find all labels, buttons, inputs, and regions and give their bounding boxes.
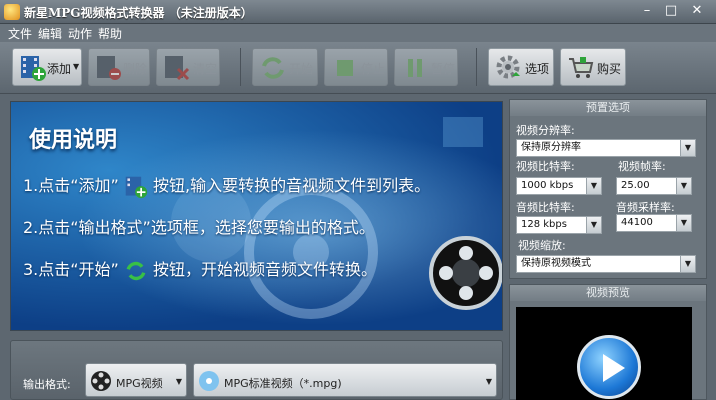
options-button[interactable]: 选项 — [488, 48, 554, 86]
buy-button[interactable]: 购买 — [560, 48, 626, 86]
video-preview-panel: 视频预览 — [509, 284, 707, 400]
chevron-down-icon: ▼ — [680, 140, 695, 156]
options-label: 选项 — [525, 62, 550, 76]
film-add-icon — [21, 56, 46, 81]
refresh-arrows-icon — [262, 57, 284, 79]
toolbar: 添加 ▼ 删除 清空 开始 停止 暂停 选项 购买 — [0, 42, 716, 94]
output-format-select[interactable]: MPG标准视频（*.mpg) ▼ — [193, 363, 497, 397]
toolbar-divider — [476, 48, 477, 86]
pause-label: 暂停 — [431, 62, 456, 76]
film-delete-icon — [97, 56, 121, 80]
chevron-down-icon: ▼ — [676, 178, 691, 194]
step1-text-end: 按钮,输入要转换的音视频文件到列表。 — [153, 176, 431, 195]
maximize-button[interactable]: □ — [660, 2, 682, 21]
film-reel-icon — [429, 236, 502, 310]
chevron-down-icon: ▼ — [485, 377, 492, 386]
start-button[interactable]: 开始 — [252, 48, 318, 86]
video-resolution-label: 视频分辨率: — [516, 124, 575, 137]
video-bitrate-select[interactable]: 1000 kbps ▼ — [516, 177, 602, 195]
video-scale-select[interactable]: 保持原视频模式 ▼ — [516, 255, 696, 273]
menu-action[interactable]: 动作 — [68, 25, 92, 42]
menu-bar: 文件 编辑 动作 帮助 — [0, 24, 716, 42]
clear-button[interactable]: 清空 — [156, 48, 220, 86]
audio-bitrate-value: 128 kbps — [521, 219, 567, 230]
audio-bitrate-label: 音频比特率: — [516, 201, 575, 214]
stop-icon — [337, 60, 353, 76]
refresh-arrows-icon — [126, 261, 146, 280]
title-bar: 新星MPG视频格式转换器 （未注册版本） – □ ✕ — [0, 0, 716, 24]
chevron-down-icon: ▼ — [586, 178, 601, 194]
instructions-heading: 使用说明 — [29, 128, 118, 153]
play-icon — [603, 354, 625, 382]
video-resolution-value: 保持原分辨率 — [521, 142, 581, 153]
reel-hole — [439, 266, 453, 280]
shopping-cart-icon — [569, 57, 594, 78]
app-logo-icon — [4, 4, 20, 20]
delete-label: 删除 — [123, 62, 148, 76]
stop-label: 停止 — [361, 62, 386, 76]
menu-help[interactable]: 帮助 — [98, 25, 122, 42]
audio-samplerate-value: 44100 — [621, 217, 653, 228]
window-title: 新星MPG视频格式转换器 （未注册版本） — [24, 6, 253, 20]
video-framerate-select[interactable]: 25.00 ▼ — [616, 177, 692, 195]
output-format-panel: 输出格式: MPG视频 ▼ MPG标准视频（*.mpg) ▼ — [10, 340, 503, 400]
output-format-label: 输出格式: — [23, 378, 71, 391]
instruction-step-1: 1.点击“添加” 按钮,输入要转换的音视频文件到列表。 — [23, 172, 430, 199]
step3-text-end: 按钮，开始视频音频文件转换。 — [153, 260, 378, 279]
play-button[interactable] — [577, 335, 641, 399]
toolbar-divider — [240, 48, 241, 86]
video-bitrate-value: 1000 kbps — [521, 180, 574, 191]
video-scale-label: 视频缩放: — [518, 239, 566, 252]
step1-text-start: 1.点击“添加” — [23, 176, 119, 195]
preset-options-panel: 预置选项 视频分辨率: 保持原分辨率 ▼ 视频比特率: 视频帧率: 1000 k… — [509, 99, 707, 279]
video-framerate-label: 视频帧率: — [618, 160, 666, 173]
add-button[interactable]: 添加 ▼ — [12, 48, 82, 86]
video-bitrate-label: 视频比特率: — [516, 160, 575, 173]
reel-hole — [479, 266, 493, 280]
video-framerate-value: 25.00 — [621, 180, 650, 191]
instruction-step-3: 3.点击“开始” 按钮，开始视频音频文件转换。 — [23, 256, 377, 283]
format-disc-icon — [199, 371, 219, 391]
output-category-select[interactable]: MPG视频 ▼ — [85, 363, 187, 397]
add-dropdown-icon[interactable]: ▼ — [73, 62, 79, 71]
buy-label: 购买 — [597, 62, 622, 76]
film-reel-icon — [91, 371, 111, 391]
output-category-value: MPG视频 — [116, 377, 163, 390]
chevron-down-icon: ▼ — [680, 256, 695, 272]
gear-icon — [496, 55, 520, 79]
film-clear-icon — [165, 56, 190, 81]
reel-hole — [459, 286, 473, 300]
chevron-down-icon: ▼ — [676, 215, 691, 231]
menu-file[interactable]: 文件 — [8, 25, 32, 42]
delete-button[interactable]: 删除 — [88, 48, 150, 86]
reel-hole — [459, 246, 473, 260]
preview-screen — [516, 307, 692, 400]
instructions-banner: 使用说明 1.点击“添加” 按钮,输入要转换的音视频文件到列表。 2.点击“输出… — [10, 101, 503, 331]
output-format-value: MPG标准视频（*.mpg) — [224, 377, 342, 390]
chevron-down-icon: ▼ — [586, 217, 601, 233]
video-scale-value: 保持原视频模式 — [521, 258, 591, 269]
audio-samplerate-select[interactable]: 44100 ▼ — [616, 214, 692, 232]
stop-button[interactable]: 停止 — [324, 48, 388, 86]
minimize-button[interactable]: – — [636, 2, 658, 21]
instruction-step-2: 2.点击“输出格式”选项框，选择您要输出的格式。 — [23, 218, 375, 237]
start-label: 开始 — [289, 62, 314, 76]
menu-edit[interactable]: 编辑 — [38, 25, 62, 42]
chevron-down-icon: ▼ — [175, 377, 182, 386]
video-preview-header: 视频预览 — [510, 285, 706, 301]
audio-samplerate-label: 音频采样率: — [616, 201, 675, 214]
pause-icon — [408, 59, 422, 77]
preset-options-header: 预置选项 — [510, 100, 706, 116]
clear-label: 清空 — [193, 62, 218, 76]
close-button[interactable]: ✕ — [686, 2, 708, 21]
pause-button[interactable]: 暂停 — [394, 48, 458, 86]
video-resolution-select[interactable]: 保持原分辨率 ▼ — [516, 139, 696, 157]
audio-bitrate-select[interactable]: 128 kbps ▼ — [516, 216, 602, 234]
add-label: 添加 — [47, 62, 72, 76]
step3-text-start: 3.点击“开始” — [23, 260, 119, 279]
film-add-icon — [125, 176, 148, 198]
